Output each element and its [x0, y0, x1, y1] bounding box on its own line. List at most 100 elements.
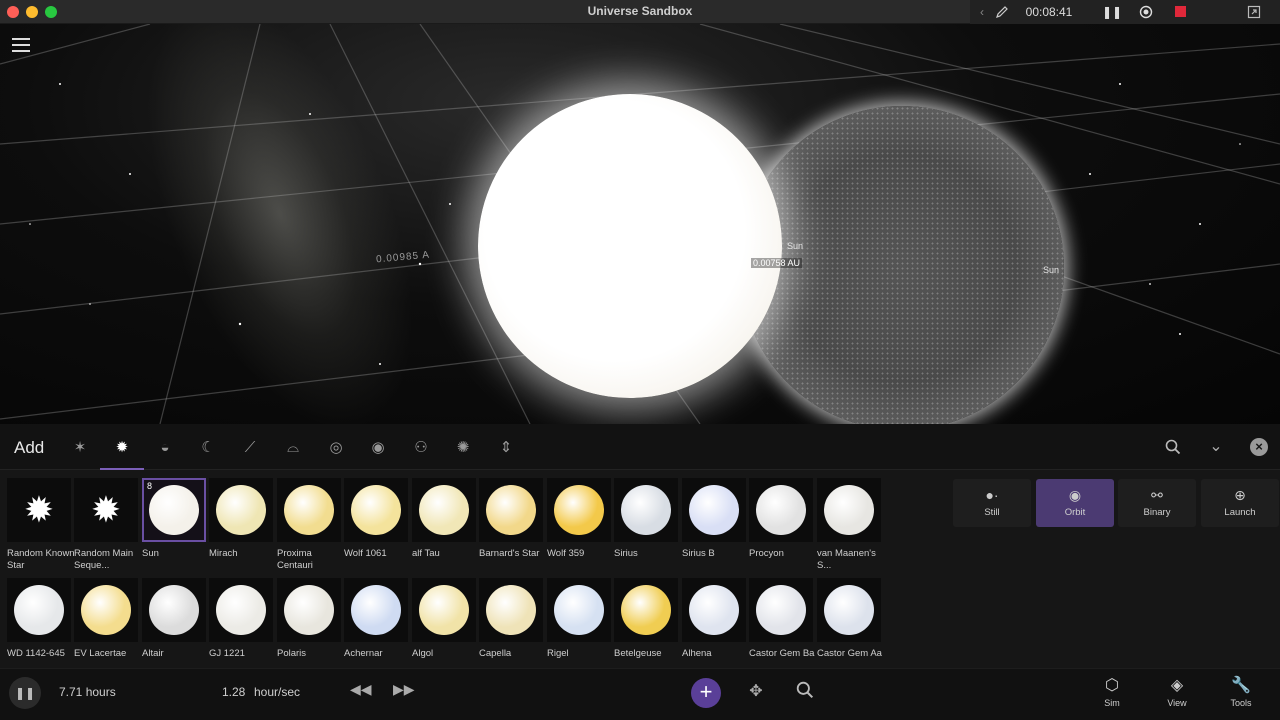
object-tile[interactable]: Wolf 359 — [547, 478, 611, 560]
chevron-left-icon[interactable]: ‹ — [974, 0, 990, 24]
object-tile[interactable]: Procyon — [749, 478, 813, 560]
restart-icon[interactable] — [1136, 0, 1156, 24]
launch-icon: ⊕ — [1234, 487, 1246, 503]
title-bar: Universe Sandbox ‹ 00:08:41 ❚❚ — [0, 0, 1280, 24]
object-tile[interactable]: Castor Gem Ba — [749, 578, 814, 660]
recording-toolbar: ‹ 00:08:41 ❚❚ — [970, 0, 1280, 24]
object-tile[interactable]: Rigel — [547, 578, 611, 660]
star-burst-icon: ✹ — [90, 489, 122, 530]
object-tile[interactable]: EV Lacertae — [74, 578, 138, 660]
pause-recording-icon[interactable]: ❚❚ — [1102, 0, 1122, 24]
nav-label: Tools — [1230, 698, 1252, 708]
simulation-viewport[interactable]: 0.00985 A Sun 0.00758 AU Sun — [0, 24, 1280, 424]
category-galaxies[interactable]: ◎ — [320, 434, 352, 462]
menu-icon[interactable] — [12, 38, 30, 52]
category-black-holes[interactable]: ◉ — [362, 434, 394, 462]
object-tile[interactable]: Mirach — [209, 478, 273, 560]
bottom-bar: ❚❚ 7.71 hours 1.28 hour/sec ◀◀ ▶▶ + ✥ ⬡ S… — [0, 668, 1280, 720]
star-thumbnail — [419, 485, 469, 535]
tile-thumbnail — [277, 578, 341, 642]
sun-secondary-label[interactable]: Sun — [1043, 265, 1059, 275]
pen-icon[interactable] — [990, 0, 1014, 24]
rewind-icon[interactable]: ◀◀ — [350, 681, 372, 698]
mode-label: Binary — [1143, 507, 1171, 518]
mode-binary-button[interactable]: ⚯ Binary — [1118, 479, 1196, 527]
star-thumbnail — [216, 585, 266, 635]
object-tile[interactable]: Capella — [479, 578, 543, 660]
category-moons[interactable]: ☾ — [192, 434, 224, 462]
star-thumbnail — [149, 585, 199, 635]
add-panel-header: Add ✶ ✹ ◒ ☾ ⟋ ⌓ ◎ ◉ ⚇ ✺ ⇕ ⌄ × — [0, 424, 1280, 470]
object-tile[interactable]: Wolf 1061 — [344, 478, 408, 560]
pause-button[interactable]: ❚❚ — [9, 677, 41, 709]
time-rate-value[interactable]: 1.28 — [222, 685, 245, 699]
mode-orbit-button[interactable]: ◉ Orbit — [1036, 479, 1114, 527]
tile-thumbnail — [479, 478, 543, 542]
object-tile[interactable]: ✹ Random Main Seque... — [74, 478, 138, 572]
tile-thumbnail — [142, 578, 206, 642]
category-stars[interactable]: ✹ — [106, 434, 138, 462]
star-thumbnail — [824, 585, 874, 635]
object-tile[interactable]: Algol — [412, 578, 476, 660]
star-thumbnail — [621, 585, 671, 635]
add-panel: Add ✶ ✹ ◒ ☾ ⟋ ⌓ ◎ ◉ ⚇ ✺ ⇕ ⌄ × ✹ Random Known Star ✹ R… — [0, 424, 1280, 668]
object-tile[interactable]: Achernar — [344, 578, 408, 660]
category-other[interactable]: ⇕ — [490, 434, 522, 462]
object-tile[interactable]: Polaris — [277, 578, 341, 660]
nav-view-button[interactable]: ◈ View — [1152, 675, 1202, 708]
star-thumbnail — [621, 485, 671, 535]
category-spacecraft[interactable]: ⌓ — [277, 434, 309, 462]
object-tile[interactable]: Betelgeuse — [614, 578, 678, 660]
category-asteroids[interactable]: ⟋ — [234, 434, 266, 462]
tile-thumbnail — [412, 578, 476, 642]
tile-thumbnail: 8 — [142, 478, 206, 542]
category-lights[interactable]: ✺ — [447, 434, 479, 462]
tile-thumbnail — [74, 578, 138, 642]
object-tile[interactable]: ✹ Random Known Star — [7, 478, 75, 572]
move-icon[interactable]: ✥ — [744, 681, 768, 701]
nav-tools-button[interactable]: 🔧 Tools — [1216, 675, 1266, 708]
star-thumbnail — [486, 585, 536, 635]
object-tile[interactable]: van Maanen's S... — [817, 478, 881, 572]
object-tile[interactable]: WD 1142-645 — [7, 578, 71, 660]
object-tile[interactable]: Barnard's Star — [479, 478, 543, 560]
category-planets[interactable]: ◒ — [149, 434, 181, 462]
mode-label: Orbit — [1064, 507, 1086, 518]
bottom-search-icon[interactable] — [794, 681, 816, 702]
fast-forward-icon[interactable]: ▶▶ — [393, 681, 415, 698]
object-tile[interactable]: alf Tau — [412, 478, 476, 560]
stop-recording-icon[interactable] — [1170, 0, 1190, 24]
close-icon[interactable]: × — [1250, 438, 1268, 456]
object-tile[interactable]: Proxima Centauri — [277, 478, 341, 572]
tile-thumbnail: ✹ — [7, 478, 71, 542]
chevron-down-icon[interactable]: ⌄ — [1206, 436, 1226, 458]
category-people[interactable]: ⚇ — [405, 434, 437, 462]
star-thumbnail — [351, 485, 401, 535]
expand-icon[interactable] — [1244, 0, 1264, 24]
object-tile[interactable]: GJ 1221 — [209, 578, 273, 660]
planet-icon: ◒ — [160, 439, 170, 456]
object-tile[interactable]: Alhena — [682, 578, 746, 660]
tile-thumbnail — [547, 478, 611, 542]
object-tile[interactable]: Sirius — [614, 478, 678, 560]
add-button[interactable]: + — [691, 678, 721, 708]
layers-icon: ◈ — [1170, 677, 1184, 694]
sun-primary-label[interactable]: Sun — [787, 241, 803, 251]
mode-launch-button[interactable]: ⊕ Launch — [1201, 479, 1279, 527]
star-thumbnail — [284, 485, 334, 535]
tile-thumbnail — [682, 478, 746, 542]
nav-sim-button[interactable]: ⬡ Sim — [1087, 675, 1137, 708]
sun-primary[interactable] — [478, 94, 782, 398]
object-tile[interactable]: 8 Sun — [142, 478, 206, 560]
object-tile[interactable]: Altair — [142, 578, 206, 660]
mode-still-button[interactable]: ●· Still — [953, 479, 1031, 527]
tile-label: Algol — [412, 648, 434, 659]
wrench-icon: 🔧 — [1231, 677, 1251, 694]
search-icon[interactable] — [1162, 436, 1184, 458]
object-tile[interactable]: Sirius B — [682, 478, 746, 560]
star-thumbnail — [756, 485, 806, 535]
star-thumbnail — [486, 485, 536, 535]
category-random[interactable]: ✶ — [64, 434, 96, 462]
object-tile[interactable]: Castor Gem Aa — [817, 578, 882, 660]
elapsed-time: 7.71 hours — [59, 685, 116, 699]
